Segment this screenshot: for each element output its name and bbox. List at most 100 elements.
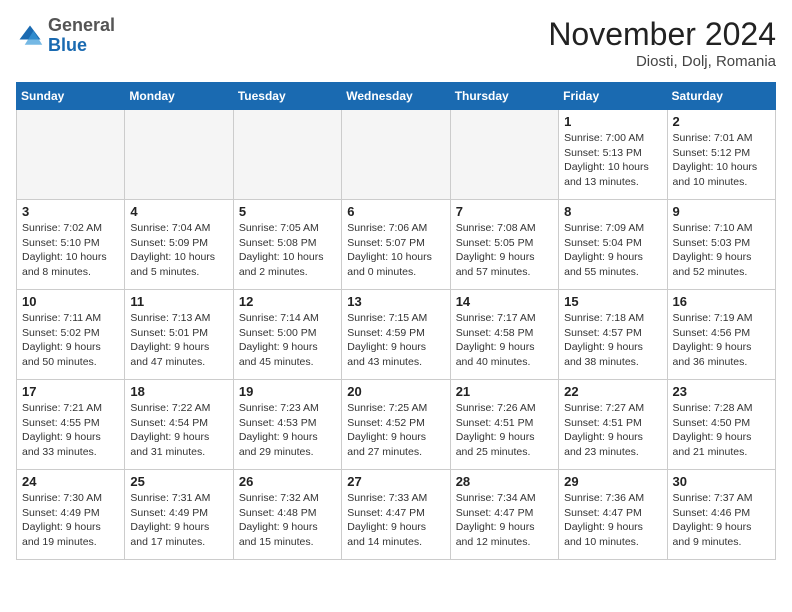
- calendar-cell: 5 Sunrise: 7:05 AM Sunset: 5:08 PM Daylig…: [233, 200, 341, 290]
- calendar-cell: 16 Sunrise: 7:19 AM Sunset: 4:56 PM Dayli…: [667, 290, 775, 380]
- calendar-table: SundayMondayTuesdayWednesdayThursdayFrid…: [16, 82, 776, 560]
- calendar-cell: 21 Sunrise: 7:26 AM Sunset: 4:51 PM Dayli…: [450, 380, 558, 470]
- day-info: Sunrise: 7:28 AM Sunset: 4:50 PM Dayligh…: [673, 401, 770, 460]
- day-info: Sunrise: 7:31 AM Sunset: 4:49 PM Dayligh…: [130, 491, 227, 550]
- logo: General Blue: [16, 16, 115, 56]
- day-number: 5: [239, 204, 336, 219]
- day-info: Sunrise: 7:06 AM Sunset: 5:07 PM Dayligh…: [347, 221, 444, 280]
- day-info: Sunrise: 7:19 AM Sunset: 4:56 PM Dayligh…: [673, 311, 770, 370]
- day-info: Sunrise: 7:30 AM Sunset: 4:49 PM Dayligh…: [22, 491, 119, 550]
- day-number: 2: [673, 114, 770, 129]
- day-info: Sunrise: 7:05 AM Sunset: 5:08 PM Dayligh…: [239, 221, 336, 280]
- day-number: 14: [456, 294, 553, 309]
- calendar-cell: 24 Sunrise: 7:30 AM Sunset: 4:49 PM Dayli…: [17, 470, 125, 560]
- col-header-wednesday: Wednesday: [342, 83, 450, 110]
- day-number: 26: [239, 474, 336, 489]
- calendar-cell: 30 Sunrise: 7:37 AM Sunset: 4:46 PM Dayli…: [667, 470, 775, 560]
- calendar-cell: 1Sunrise: 7:00 AM Sunset: 5:13 PM Daylig…: [559, 110, 667, 200]
- col-header-thursday: Thursday: [450, 83, 558, 110]
- calendar-cell: 23 Sunrise: 7:28 AM Sunset: 4:50 PM Dayli…: [667, 380, 775, 470]
- calendar-cell: 10 Sunrise: 7:11 AM Sunset: 5:02 PM Dayli…: [17, 290, 125, 380]
- day-number: 8: [564, 204, 661, 219]
- day-info: Sunrise: 7:08 AM Sunset: 5:05 PM Dayligh…: [456, 221, 553, 280]
- day-number: 21: [456, 384, 553, 399]
- calendar-cell: 15 Sunrise: 7:18 AM Sunset: 4:57 PM Dayli…: [559, 290, 667, 380]
- calendar-week-2: 3Sunrise: 7:02 AM Sunset: 5:10 PM Daylig…: [17, 200, 776, 290]
- day-number: 7: [456, 204, 553, 219]
- day-info: Sunrise: 7:32 AM Sunset: 4:48 PM Dayligh…: [239, 491, 336, 550]
- day-info: Sunrise: 7:36 AM Sunset: 4:47 PM Dayligh…: [564, 491, 661, 550]
- calendar-cell: 20 Sunrise: 7:25 AM Sunset: 4:52 PM Dayli…: [342, 380, 450, 470]
- location: Diosti, Dolj, Romania: [548, 53, 776, 70]
- day-number: 6: [347, 204, 444, 219]
- day-info: Sunrise: 7:14 AM Sunset: 5:00 PM Dayligh…: [239, 311, 336, 370]
- calendar-cell: 3Sunrise: 7:02 AM Sunset: 5:10 PM Daylig…: [17, 200, 125, 290]
- day-info: Sunrise: 7:37 AM Sunset: 4:46 PM Dayligh…: [673, 491, 770, 550]
- calendar-cell: 11 Sunrise: 7:13 AM Sunset: 5:01 PM Dayli…: [125, 290, 233, 380]
- day-info: Sunrise: 7:11 AM Sunset: 5:02 PM Dayligh…: [22, 311, 119, 370]
- logo-blue: Blue: [48, 35, 87, 55]
- day-number: 25: [130, 474, 227, 489]
- day-number: 30: [673, 474, 770, 489]
- day-number: 23: [673, 384, 770, 399]
- calendar-cell: 22 Sunrise: 7:27 AM Sunset: 4:51 PM Dayli…: [559, 380, 667, 470]
- calendar-cell: 14 Sunrise: 7:17 AM Sunset: 4:58 PM Dayli…: [450, 290, 558, 380]
- col-header-friday: Friday: [559, 83, 667, 110]
- logo-text: General Blue: [48, 16, 115, 56]
- day-info: Sunrise: 7:10 AM Sunset: 5:03 PM Dayligh…: [673, 221, 770, 280]
- day-info: Sunrise: 7:27 AM Sunset: 4:51 PM Dayligh…: [564, 401, 661, 460]
- day-info: Sunrise: 7:18 AM Sunset: 4:57 PM Dayligh…: [564, 311, 661, 370]
- calendar-cell: 8 Sunrise: 7:09 AM Sunset: 5:04 PM Daylig…: [559, 200, 667, 290]
- calendar-cell: 13Sunrise: 7:15 AM Sunset: 4:59 PM Dayli…: [342, 290, 450, 380]
- calendar-week-4: 17 Sunrise: 7:21 AM Sunset: 4:55 PM Dayli…: [17, 380, 776, 470]
- calendar-cell: 7 Sunrise: 7:08 AM Sunset: 5:05 PM Daylig…: [450, 200, 558, 290]
- day-info: Sunrise: 7:17 AM Sunset: 4:58 PM Dayligh…: [456, 311, 553, 370]
- day-info: Sunrise: 7:34 AM Sunset: 4:47 PM Dayligh…: [456, 491, 553, 550]
- col-header-sunday: Sunday: [17, 83, 125, 110]
- day-info: Sunrise: 7:04 AM Sunset: 5:09 PM Dayligh…: [130, 221, 227, 280]
- day-info: Sunrise: 7:13 AM Sunset: 5:01 PM Dayligh…: [130, 311, 227, 370]
- day-info: Sunrise: 7:00 AM Sunset: 5:13 PM Dayligh…: [564, 131, 661, 190]
- day-number: 28: [456, 474, 553, 489]
- day-info: Sunrise: 7:01 AM Sunset: 5:12 PM Dayligh…: [673, 131, 770, 190]
- col-header-tuesday: Tuesday: [233, 83, 341, 110]
- calendar-cell: [450, 110, 558, 200]
- day-number: 27: [347, 474, 444, 489]
- day-number: 3: [22, 204, 119, 219]
- day-number: 10: [22, 294, 119, 309]
- calendar-cell: [17, 110, 125, 200]
- day-number: 24: [22, 474, 119, 489]
- day-info: Sunrise: 7:33 AM Sunset: 4:47 PM Dayligh…: [347, 491, 444, 550]
- day-number: 29: [564, 474, 661, 489]
- calendar-cell: 28 Sunrise: 7:34 AM Sunset: 4:47 PM Dayli…: [450, 470, 558, 560]
- day-number: 22: [564, 384, 661, 399]
- day-info: Sunrise: 7:23 AM Sunset: 4:53 PM Dayligh…: [239, 401, 336, 460]
- day-info: Sunrise: 7:21 AM Sunset: 4:55 PM Dayligh…: [22, 401, 119, 460]
- calendar-cell: 4 Sunrise: 7:04 AM Sunset: 5:09 PM Daylig…: [125, 200, 233, 290]
- col-header-monday: Monday: [125, 83, 233, 110]
- day-info: Sunrise: 7:22 AM Sunset: 4:54 PM Dayligh…: [130, 401, 227, 460]
- day-number: 9: [673, 204, 770, 219]
- logo-general: General: [48, 15, 115, 35]
- day-info: Sunrise: 7:09 AM Sunset: 5:04 PM Dayligh…: [564, 221, 661, 280]
- day-number: 19: [239, 384, 336, 399]
- day-info: Sunrise: 7:26 AM Sunset: 4:51 PM Dayligh…: [456, 401, 553, 460]
- day-number: 4: [130, 204, 227, 219]
- calendar-week-3: 10 Sunrise: 7:11 AM Sunset: 5:02 PM Dayli…: [17, 290, 776, 380]
- calendar-cell: 9 Sunrise: 7:10 AM Sunset: 5:03 PM Daylig…: [667, 200, 775, 290]
- day-info: Sunrise: 7:25 AM Sunset: 4:52 PM Dayligh…: [347, 401, 444, 460]
- calendar-header-row: SundayMondayTuesdayWednesdayThursdayFrid…: [17, 83, 776, 110]
- day-number: 15: [564, 294, 661, 309]
- day-number: 16: [673, 294, 770, 309]
- page-header: General Blue November 2024 Diosti, Dolj,…: [16, 16, 776, 70]
- calendar-cell: 19 Sunrise: 7:23 AM Sunset: 4:53 PM Dayli…: [233, 380, 341, 470]
- calendar-cell: 18Sunrise: 7:22 AM Sunset: 4:54 PM Dayli…: [125, 380, 233, 470]
- day-number: 11: [130, 294, 227, 309]
- day-number: 12: [239, 294, 336, 309]
- day-number: 13: [347, 294, 444, 309]
- day-number: 20: [347, 384, 444, 399]
- calendar-cell: 12 Sunrise: 7:14 AM Sunset: 5:00 PM Dayli…: [233, 290, 341, 380]
- calendar-cell: 17 Sunrise: 7:21 AM Sunset: 4:55 PM Dayli…: [17, 380, 125, 470]
- calendar-cell: 26 Sunrise: 7:32 AM Sunset: 4:48 PM Dayli…: [233, 470, 341, 560]
- day-number: 17: [22, 384, 119, 399]
